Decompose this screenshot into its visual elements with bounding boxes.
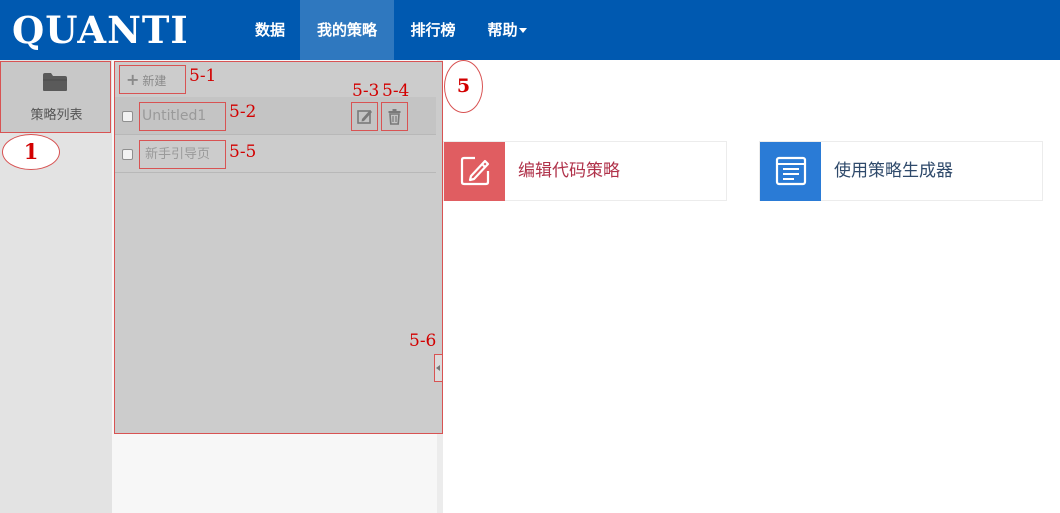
nav-item-ranking[interactable]: 排行榜 — [394, 0, 472, 60]
app-logo[interactable]: QUANTI — [12, 6, 189, 54]
card-label: 使用策略生成器 — [834, 161, 953, 181]
nav-item-data[interactable]: 数据 — [240, 0, 300, 60]
strategy-checkbox[interactable] — [122, 111, 133, 122]
edit-icon — [357, 110, 372, 124]
card-icon-box — [760, 142, 821, 201]
nav-item-my-strategy[interactable]: 我的策略 — [300, 0, 394, 60]
strategy-checkbox[interactable] — [122, 149, 133, 160]
trash-icon — [388, 109, 401, 125]
annotation-callout: 5 — [444, 60, 483, 113]
delete-strategy-button[interactable] — [381, 102, 408, 131]
panel-collapse-toggle[interactable] — [434, 354, 443, 382]
card-label: 编辑代码策略 — [518, 161, 620, 181]
nav-help-label: 帮助 — [487, 21, 518, 39]
new-strategy-button[interactable]: + 新建 — [119, 65, 186, 94]
annotation-label: 5-5 — [229, 142, 257, 162]
annotation-label: 5-6 — [409, 331, 437, 351]
browser-window-icon — [775, 156, 807, 186]
annotation-label: 5-4 — [382, 81, 410, 101]
nav-item-help[interactable]: 帮助 — [472, 0, 542, 60]
annotation-label: 5-1 — [189, 66, 217, 86]
strategy-name[interactable]: Untitled1 — [139, 102, 226, 131]
annotation-callout: 1 — [2, 134, 60, 170]
folder-icon — [43, 73, 67, 91]
chevron-down-icon — [518, 28, 527, 33]
edit-code-strategy-card[interactable]: 编辑代码策略 — [443, 141, 727, 201]
new-strategy-label: 新建 — [142, 74, 167, 88]
annotation-label: 5-3 — [352, 81, 380, 101]
card-icon-box — [444, 142, 505, 201]
pencil-edit-icon — [460, 156, 490, 186]
strategy-name[interactable]: 新手引导页 — [139, 140, 226, 169]
chevron-left-icon — [436, 365, 440, 371]
edit-strategy-button[interactable] — [351, 102, 378, 131]
plus-icon: + — [126, 70, 140, 89]
strategy-list-label: 策略列表 — [30, 108, 83, 123]
annotation-label: 5-2 — [229, 102, 257, 122]
strategy-generator-card[interactable]: 使用策略生成器 — [759, 141, 1043, 201]
